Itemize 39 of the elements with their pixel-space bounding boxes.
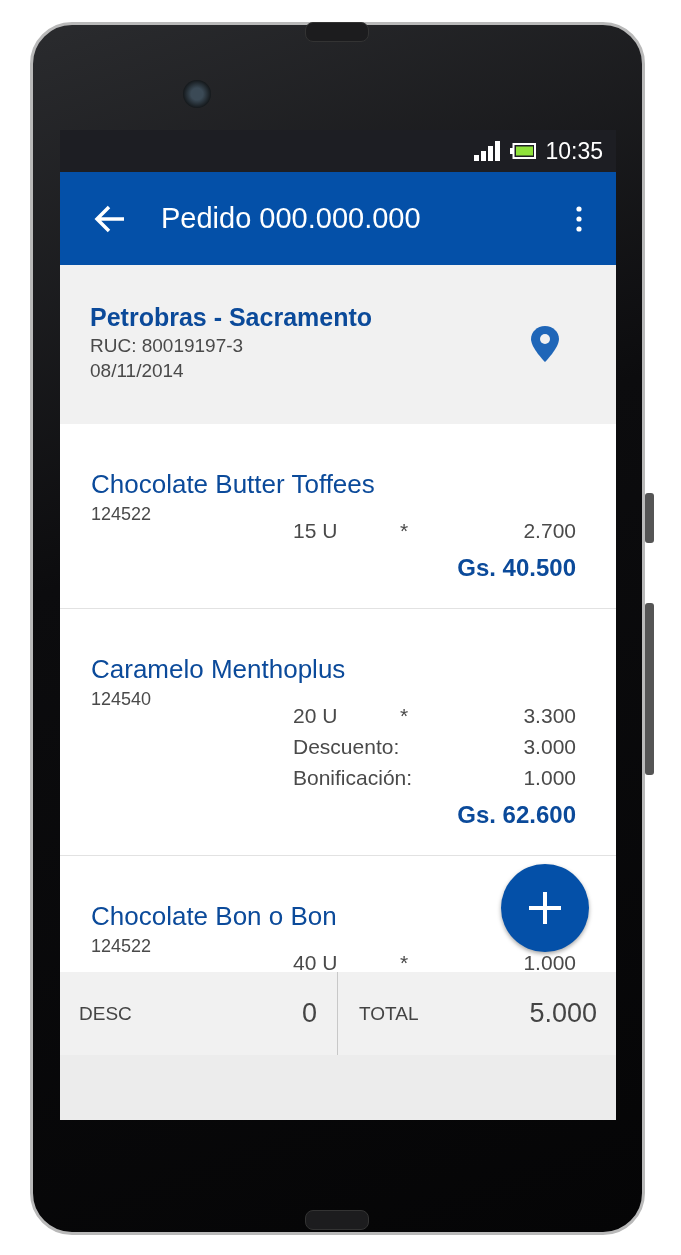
total-label: TOTAL xyxy=(359,1002,419,1025)
more-options-icon xyxy=(576,205,582,232)
adjustment-value: 3.000 xyxy=(523,734,576,759)
location-pin-icon[interactable] xyxy=(530,325,560,363)
speaker-grille xyxy=(305,1210,369,1230)
signal-icon xyxy=(474,141,502,161)
product-code: 124522 xyxy=(91,503,153,525)
camera-lens xyxy=(183,80,211,108)
quantity: 40 U xyxy=(293,950,339,972)
line-total: Gs. 62.600 xyxy=(456,800,576,830)
adjustment-label: Bonificación: xyxy=(293,765,414,790)
total-value: 5.000 xyxy=(529,998,597,1029)
unit-price: 3.300 xyxy=(523,703,576,728)
line-total: Gs. 40.500 xyxy=(456,553,576,583)
battery-icon xyxy=(510,143,537,159)
back-arrow-icon xyxy=(94,204,126,233)
status-time: 10:35 xyxy=(545,137,603,165)
customer-name: Petrobras - Sacramento xyxy=(90,302,374,333)
multiply-sign: * xyxy=(400,518,410,543)
multiply-sign: * xyxy=(400,703,410,728)
unit-price: 2.700 xyxy=(523,518,576,543)
plus-icon xyxy=(527,890,563,926)
product-name: Caramelo Menthoplus xyxy=(91,654,346,684)
screen-title: Pedido 000.000.000 xyxy=(161,202,422,235)
adjustment-label: Descuento: xyxy=(293,734,401,759)
discount-label: DESC xyxy=(79,1002,132,1025)
quantity: 15 U xyxy=(293,518,339,543)
product-code: 124522 xyxy=(91,935,153,957)
adjustment-value: 1.000 xyxy=(523,765,576,790)
quantity: 20 U xyxy=(293,703,339,728)
product-code: 124540 xyxy=(91,688,153,710)
multiply-sign: * xyxy=(400,950,410,972)
product-name: Chocolate Butter Toffees xyxy=(91,469,375,499)
discount-value: 0 xyxy=(301,998,317,1029)
order-date: 08/11/2014 xyxy=(90,359,185,383)
speaker-grille xyxy=(305,22,369,42)
customer-ruc: RUC: 80019197-3 xyxy=(90,334,245,358)
product-name: Chocolate Bon o Bon xyxy=(91,901,337,931)
unit-price: 1.000 xyxy=(523,950,576,972)
